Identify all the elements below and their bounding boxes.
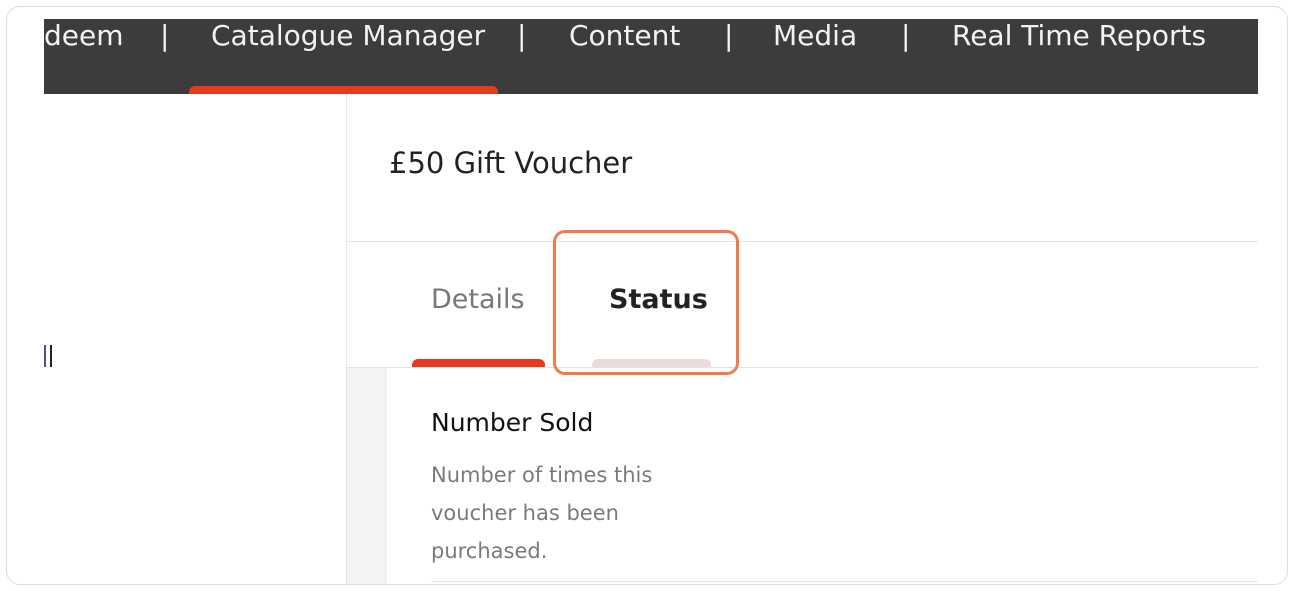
- nav-separator: |: [901, 19, 911, 52]
- nav-item-media[interactable]: Media: [773, 19, 857, 53]
- text-cursor-icon: [44, 345, 52, 367]
- section-title: Number Sold: [431, 408, 594, 437]
- browser-viewport: deem | Catalogue Manager | Content | Med…: [44, 19, 1258, 584]
- nav-active-indicator: [189, 86, 498, 94]
- status-tab-highlight: [553, 230, 739, 375]
- nav-item-real-time-reports[interactable]: Real Time Reports: [952, 19, 1206, 53]
- nav-separator: |: [160, 19, 170, 52]
- section-description: Number of times this voucher has been pu…: [431, 463, 653, 563]
- divider: [347, 241, 1258, 242]
- screenshot-frame: deem | Catalogue Manager | Content | Med…: [6, 6, 1288, 585]
- page-title: £50 Gift Voucher: [389, 146, 633, 180]
- tab-active-indicator: [412, 359, 545, 367]
- divider: [431, 581, 1258, 582]
- top-navigation-bar: deem | Catalogue Manager | Content | Med…: [44, 19, 1258, 94]
- main-content: £50 Gift Voucher Details Status Number S…: [347, 94, 1258, 584]
- nav-separator: |: [724, 19, 734, 52]
- nav-item-redeem[interactable]: deem: [44, 19, 124, 53]
- sidebar: [44, 94, 347, 584]
- tab-details[interactable]: Details: [431, 284, 525, 315]
- nav-item-content[interactable]: Content: [569, 19, 680, 53]
- content-gutter: [347, 368, 387, 584]
- nav-item-catalogue-manager[interactable]: Catalogue Manager: [211, 19, 485, 53]
- nav-separator: |: [517, 19, 527, 52]
- divider: [347, 367, 1258, 368]
